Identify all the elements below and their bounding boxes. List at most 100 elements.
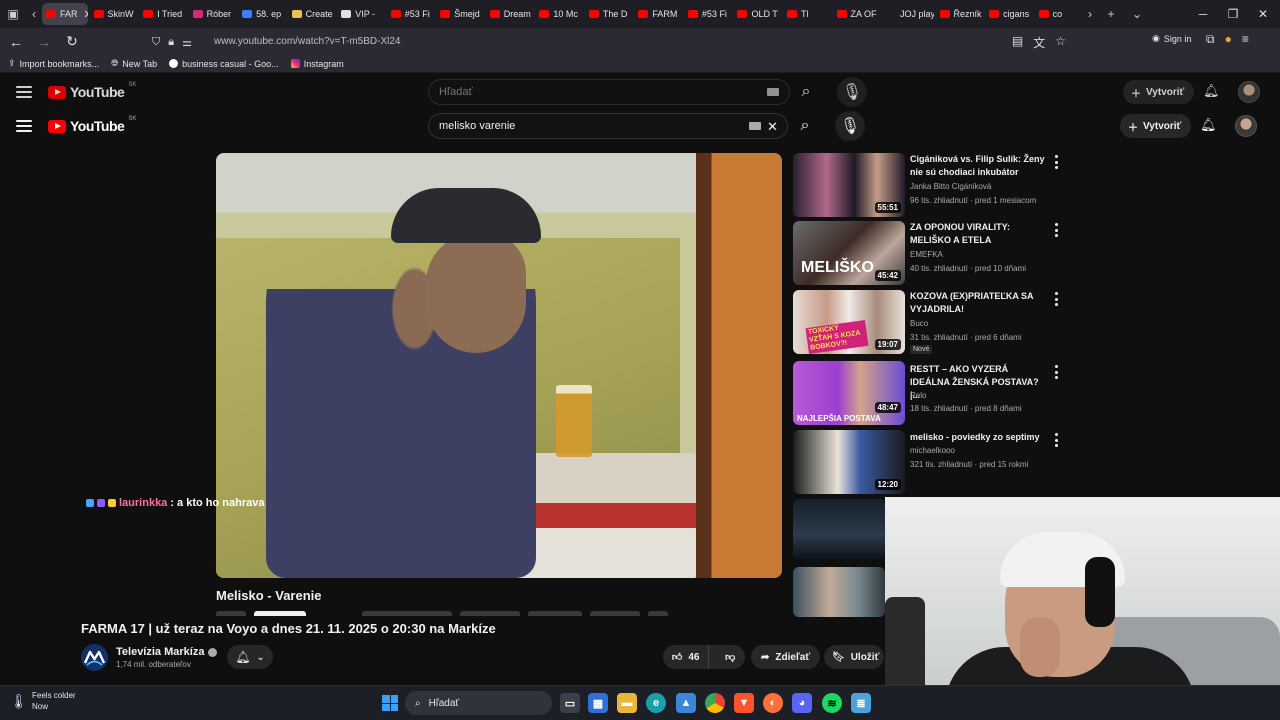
scroll-tabs-left-icon[interactable]: ‹ [26,0,42,28]
lock-icon[interactable]: 🔒︎ [168,36,174,49]
browser-tab[interactable]: FAR ✕ [42,3,88,25]
tab-overflow-chevron-icon[interactable]: ⌄ [1124,0,1150,28]
keyboard-icon[interactable] [767,88,779,96]
tab-list-icon[interactable]: ▣ [0,0,26,28]
recommendation-title[interactable]: Cigániková vs. Filip Sulík: Ženy nie sú … [910,153,1050,179]
notifications-bell-icon[interactable]: 🔔︎ [1203,83,1220,99]
browser-tab[interactable]: Róber [189,3,237,25]
search-icon[interactable]: ⌕ [790,111,820,141]
browser-tab[interactable]: co [1035,3,1082,25]
recommendation-channel[interactable]: Buco [910,319,928,328]
more-options-icon[interactable] [1053,292,1059,306]
subscription-notifications-button[interactable]: 🔔︎ ⌄ [227,645,273,669]
reader-view-icon[interactable]: ▤ [1012,34,1023,51]
discord-icon[interactable]: ◕ [792,693,812,713]
recommendation-channel[interactable]: EMEFKA [910,250,943,259]
url-bar[interactable]: ⛉ 🔒︎ ⚌ www.youtube.com/watch?v=T-m5BD-Xl… [152,32,1072,52]
browser-tab[interactable]: #53 Fi [684,3,732,25]
video-thumbnail[interactable]: NAJLEPŠIA POSTAVA 48:47 [793,361,905,425]
color-extension-icon[interactable]: ● [1225,32,1232,47]
more-options-icon[interactable] [1053,223,1059,237]
bookmark-instagram[interactable]: Instagram [290,59,344,69]
menu-icon[interactable]: ≡ [1242,32,1249,47]
browser-tab[interactable]: VIP - [337,3,385,25]
url-text[interactable]: www.youtube.com/watch?v=T-m5BD-Xl24 [214,36,400,47]
like-button[interactable]: 👍︎ 46 [663,645,710,669]
back-icon[interactable]: ← [4,30,28,54]
recommendation-title[interactable]: KOZOVA (EX)PRIATEĽKA SA VYJADRILA! [910,290,1050,316]
browser-tab[interactable]: FARM [634,3,682,25]
keyboard-icon[interactable] [749,122,761,130]
video-thumbnail[interactable]: 55:51 [793,153,905,217]
notifications-bell-icon[interactable]: 🔔︎ [1200,117,1217,133]
recommendation-channel[interactable]: Janka Bitto Cigániková [910,182,991,191]
extensions-icon[interactable]: ⧉ [1206,32,1215,47]
recommendation-channel[interactable]: michaelkooo [910,446,955,455]
restore-icon[interactable]: ❐ [1218,0,1248,28]
browser-tab[interactable]: Create [288,3,336,25]
hamburger-menu-icon[interactable] [16,86,32,98]
youtube-logo[interactable]: YouTube SK [48,116,136,134]
search-icon[interactable]: ⌕ [791,77,821,107]
video-player[interactable] [216,153,782,578]
video-thumbnail[interactable] [793,567,885,617]
browser-tab[interactable]: Řezník [936,3,984,25]
channel-name-text[interactable]: Televízia Markíza [116,646,204,658]
photos-icon[interactable]: ▲ [676,693,696,713]
avatar[interactable] [1235,115,1257,137]
shield-icon[interactable]: ⛉ [152,36,160,49]
dislike-button[interactable]: 👎︎ [715,645,745,669]
recommendation-item[interactable]: 12:20 melisko - poviedky zo septimy mich… [793,430,1063,496]
forward-icon[interactable]: → [32,30,56,54]
avatar[interactable] [1238,81,1260,103]
edge-icon[interactable]: e [646,693,666,713]
create-button[interactable]: ＋ Vytvoriť [1123,80,1195,104]
chrome-icon[interactable] [705,693,725,713]
task-view-icon[interactable]: ▭ [560,693,580,713]
recommendation-title[interactable]: melisko - poviedky zo septimy [910,431,1050,444]
firefox-icon[interactable]: ◐ [763,693,783,713]
bookmark-new-tab[interactable]: 🌐︎ New Tab [111,58,157,69]
browser-tab[interactable]: JOJ play [882,3,934,25]
browser-tab[interactable]: cigans [985,3,1033,25]
browser-tab[interactable]: Šmejd [436,3,484,25]
bookmark-star-icon[interactable]: ☆ [1055,34,1066,51]
spotify-icon[interactable]: ≋ [822,693,842,713]
share-button[interactable]: ➦ Zdieľať [751,645,821,669]
channel-avatar[interactable] [81,644,108,671]
channel-name[interactable]: Televízia Markíza [116,646,218,658]
more-options-icon[interactable] [1053,155,1059,169]
browser-tab[interactable]: #53 Fi [387,3,435,25]
recommendation-channel[interactable]: Relo [910,391,926,400]
more-options-icon[interactable] [1053,433,1059,447]
recommendation-title[interactable]: ZA OPONOU VIRALITY: MELIŠKO A ETELA [910,221,1050,247]
microphone-icon[interactable]: 🎙︎ [837,77,867,107]
bookmark-import[interactable]: ⇪ Import bookmarks... [8,58,99,69]
microphone-icon[interactable]: 🎙︎ [835,111,865,141]
reload-icon[interactable]: ↻ [60,30,84,54]
new-tab-icon[interactable]: + [1098,0,1124,28]
youtube-logo[interactable]: YouTube SK [48,82,136,100]
browser-tab[interactable]: ZA OF [833,3,881,25]
bookmark-google[interactable]: business casual - Goo... [169,59,279,69]
close-window-icon[interactable]: ✕ [1248,0,1278,28]
recommendation-item[interactable]: NAJLEPŠIA POSTAVA 48:47 RESTT – AKO VYZE… [793,361,1063,427]
browser-tab[interactable]: OLD T [733,3,781,25]
brave-icon[interactable]: ▼ [734,693,754,713]
hamburger-menu-icon[interactable] [16,120,32,132]
create-button[interactable]: ＋ Vytvoriť [1120,114,1192,138]
video-thumbnail[interactable] [793,499,885,559]
browser-tab[interactable]: Dream [486,3,534,25]
recommendation-title[interactable]: RESTT – AKO VYZERÁ IDEÁLNA ŽENSKÁ POSTAV… [910,363,1050,402]
save-button[interactable]: 🔖︎ Uložiť [824,645,884,669]
more-options-icon[interactable] [1053,365,1059,379]
search-input[interactable]: melisko varenie ✕ [428,113,788,139]
recommendation-item[interactable]: TOXICKÝ VZŤAH S KOZA BOBKOV?! 19:07 KOZO… [793,290,1063,356]
recommendation-item[interactable]: 55:51 Cigániková vs. Filip Sulík: Ženy n… [793,153,1063,219]
browser-tab[interactable]: Tl [783,3,831,25]
browser-tab[interactable]: 58. ep [238,3,286,25]
file-explorer-icon[interactable]: ▬ [617,693,637,713]
browser-tab[interactable]: SkinW [90,3,138,25]
video-thumbnail[interactable]: TOXICKÝ VZŤAH S KOZA BOBKOV?! 19:07 [793,290,905,354]
browser-tab[interactable]: I Tried [139,3,187,25]
